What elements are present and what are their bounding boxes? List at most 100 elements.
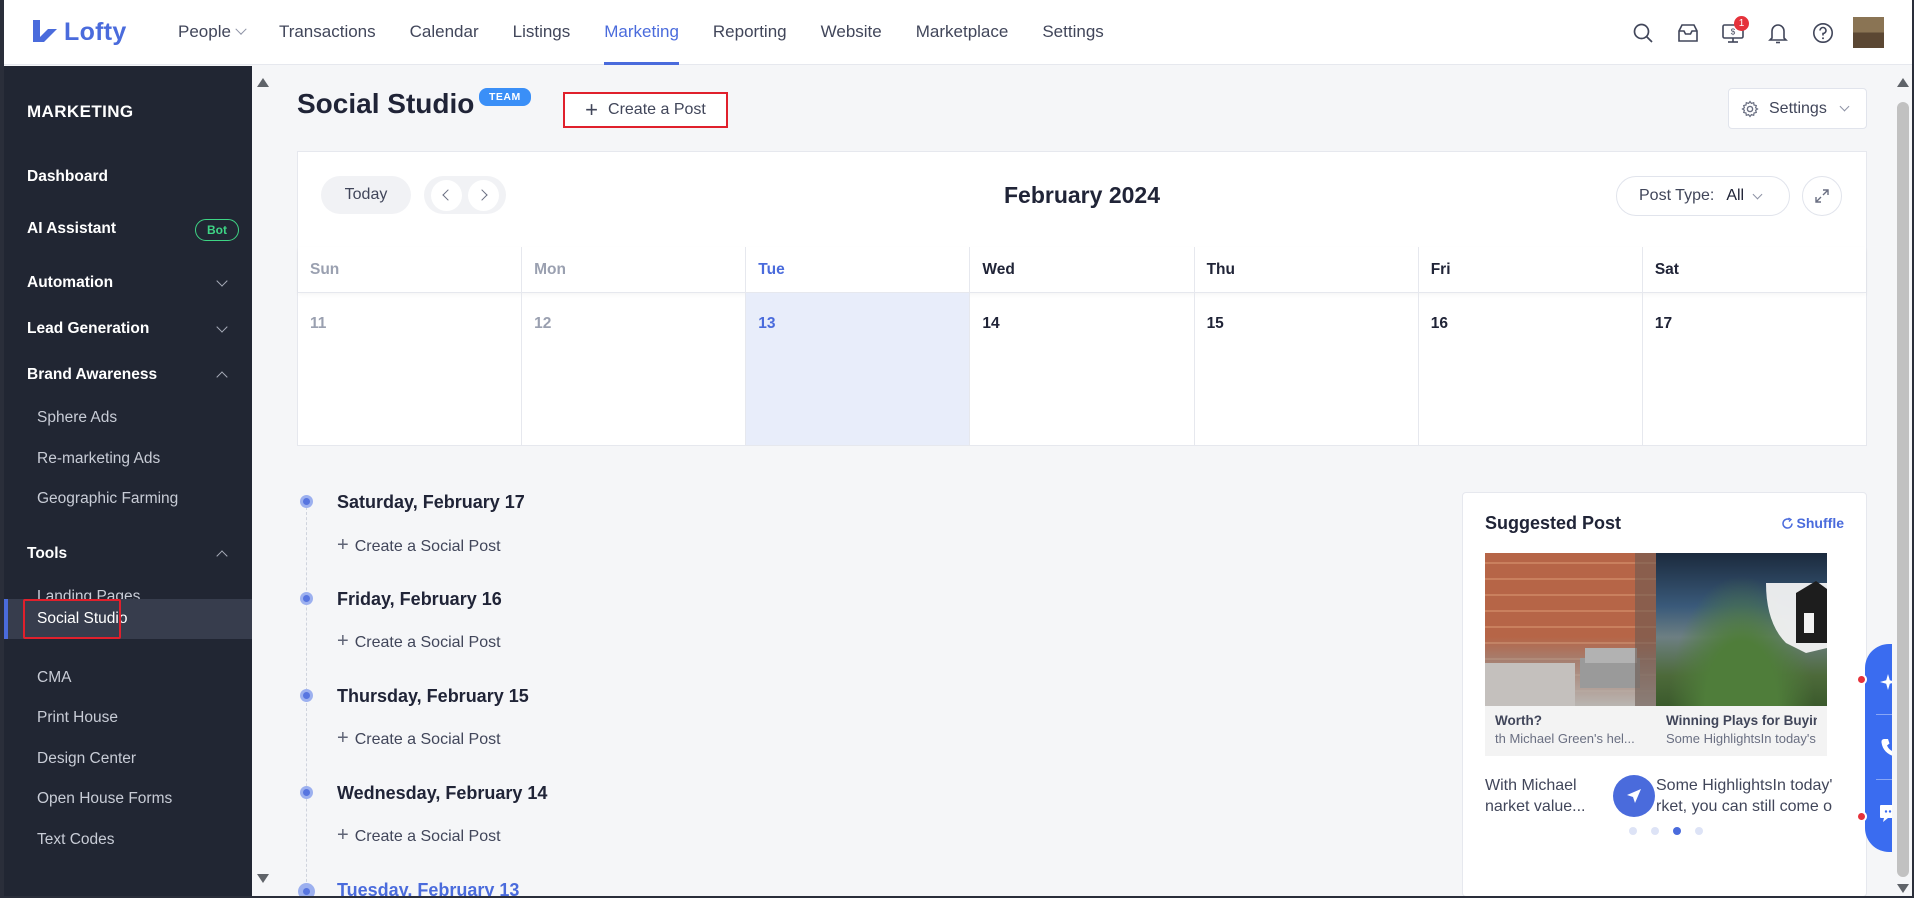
scroll-up-arrow-icon[interactable] (1897, 78, 1909, 87)
suggested-post-panel: Suggested Post Shuffle Worth? th Michael… (1462, 492, 1867, 897)
scroll-down-arrow-icon[interactable] (257, 874, 269, 883)
create-social-post-label: Create a Social Post (354, 731, 501, 748)
sidebar-item-cma[interactable]: CMA (4, 658, 252, 698)
nav-settings[interactable]: Settings (1042, 0, 1103, 65)
card-caption: Winning Plays for Buying a Some Highligh… (1656, 706, 1827, 756)
sidebar-item-geographic-farming[interactable]: Geographic Farming (4, 479, 252, 519)
sidebar-scrollbar[interactable] (252, 66, 274, 898)
sidebar-item-brand-awareness[interactable]: Brand Awareness (4, 355, 252, 395)
carousel-dot[interactable] (1651, 827, 1659, 835)
day-cell[interactable]: 11 (298, 293, 523, 445)
expand-calendar-button[interactable] (1802, 176, 1842, 216)
create-post-button[interactable]: + Create a Post (563, 92, 728, 128)
sidebar-item-remarketing-ads[interactable]: Re-marketing Ads (4, 439, 252, 479)
week-calendar: Today February 2024 Post Type: All Sun M… (297, 151, 1867, 446)
create-social-post-link[interactable]: + Create a Social Post (337, 824, 501, 847)
suggested-post-card[interactable]: Worth? th Michael Green's hel... (1485, 553, 1656, 756)
carousel-dot[interactable] (1629, 827, 1637, 835)
shuffle-button[interactable]: Shuffle (1781, 515, 1844, 531)
nav-reporting[interactable]: Reporting (713, 0, 787, 65)
day-cell[interactable]: 15 (1195, 293, 1419, 445)
nav-listings[interactable]: Listings (513, 0, 571, 65)
weekday-wed: Wed (970, 247, 1195, 292)
day-cell-today[interactable]: 13 (746, 293, 971, 445)
scrollbar-thumb[interactable] (1897, 102, 1909, 877)
create-post-label: Create a Post (608, 101, 706, 118)
help-icon (1812, 22, 1833, 43)
nav-transactions[interactable]: Transactions (279, 0, 376, 65)
plus-icon: + (337, 630, 349, 652)
top-navigation-bar: Lofty People Transactions Calendar Listi… (0, 0, 1914, 65)
create-social-post-link[interactable]: + Create a Social Post (337, 534, 501, 557)
sidebar-item-open-house-forms[interactable]: Open House Forms (4, 779, 252, 819)
timeline-date: Saturday, February 17 (337, 492, 525, 512)
gear-icon (1741, 99, 1759, 118)
day-cell[interactable]: 12 (522, 293, 747, 445)
sidebar-item-lead-generation[interactable]: Lead Generation (4, 309, 252, 349)
alert-dot (1856, 811, 1867, 822)
sidebar-item-label: Dashboard (27, 168, 108, 185)
app-root: Lofty People Transactions Calendar Listi… (0, 0, 1914, 898)
suggested-post-card[interactable]: Winning Plays for Buying a Some Highligh… (1656, 553, 1827, 756)
send-post-button[interactable] (1613, 775, 1655, 817)
shuffle-label: Shuffle (1796, 515, 1844, 531)
lofty-logo[interactable]: Lofty (30, 17, 178, 47)
timeline-dot (300, 786, 313, 799)
calendar-grid: Sun Mon Tue Wed Thu Fri Sat 11 12 13 14 … (298, 247, 1866, 445)
day-cell[interactable]: 16 (1419, 293, 1643, 445)
page-scrollbar[interactable] (1892, 66, 1914, 898)
weekday-sat: Sat (1654, 261, 1679, 278)
sidebar-item-print-house[interactable]: Print House (4, 698, 252, 738)
help-button[interactable] (1800, 10, 1845, 55)
trophy-house-illustration (1766, 581, 1827, 653)
create-social-post-link[interactable]: + Create a Social Post (337, 630, 501, 653)
sidebar-item-ai-assistant[interactable]: AI Assistant Bot (4, 209, 252, 249)
scroll-down-arrow-icon[interactable] (1897, 884, 1909, 893)
sidebar-item-tools[interactable]: Tools (4, 534, 252, 574)
sidebar-item-sphere-ads[interactable]: Sphere Ads (4, 398, 252, 438)
day-cell[interactable]: 14 (970, 293, 1195, 445)
scroll-up-arrow-icon[interactable] (257, 78, 269, 87)
sidebar-item-dashboard[interactable]: Dashboard (4, 157, 252, 197)
chevron-down-icon (216, 275, 228, 287)
notifications-button[interactable] (1755, 10, 1800, 55)
notification-badge: 1 (1734, 16, 1749, 31)
create-social-post-label: Create a Social Post (354, 828, 501, 845)
nav-people[interactable]: People (178, 0, 247, 65)
sidebar-item-design-center[interactable]: Design Center (4, 739, 252, 779)
day-cell[interactable]: 17 (1643, 293, 1866, 445)
sidebar-item-label: Text Codes (37, 831, 115, 848)
weekday-thu: Thu (1195, 247, 1419, 292)
plus-icon: + (337, 824, 349, 846)
weekday-mon: Mon (522, 247, 747, 292)
post-type-filter[interactable]: Post Type: All (1616, 176, 1790, 216)
nav-marketplace[interactable]: Marketplace (916, 0, 1009, 65)
monitor-button[interactable]: $ 1 (1710, 10, 1755, 55)
search-button[interactable] (1620, 10, 1665, 55)
carousel-dot[interactable] (1695, 827, 1703, 835)
sidebar-item-automation[interactable]: Automation (4, 263, 252, 303)
nav-calendar[interactable]: Calendar (410, 0, 479, 65)
plus-icon: + (337, 727, 349, 749)
create-social-post-link[interactable]: + Create a Social Post (337, 727, 501, 750)
settings-dropdown[interactable]: Settings (1728, 88, 1867, 129)
send-icon (1627, 789, 1641, 803)
weekday-tue: Tue (746, 247, 971, 292)
card-description-line: rket, you can still come o (1656, 798, 1833, 815)
card-caption: Worth? th Michael Green's hel... (1485, 706, 1656, 756)
team-tag: TEAM (479, 88, 531, 106)
sidebar-item-text-codes[interactable]: Text Codes (4, 820, 252, 860)
timeline-date: Friday, February 16 (337, 589, 502, 609)
timeline-dot (300, 592, 313, 605)
inbox-button[interactable] (1665, 10, 1710, 55)
nav-transactions-label: Transactions (278, 22, 376, 41)
weekday-fri: Fri (1419, 247, 1643, 292)
card-title: Winning Plays for Buying a (1666, 713, 1817, 728)
nav-settings-label: Settings (1042, 22, 1104, 41)
nav-marketing[interactable]: Marketing (604, 0, 679, 65)
timeline-dot (300, 689, 313, 702)
shuffle-icon (1781, 517, 1793, 529)
user-avatar[interactable] (1853, 17, 1884, 48)
carousel-dot-active[interactable] (1673, 827, 1681, 835)
nav-website[interactable]: Website (821, 0, 882, 65)
